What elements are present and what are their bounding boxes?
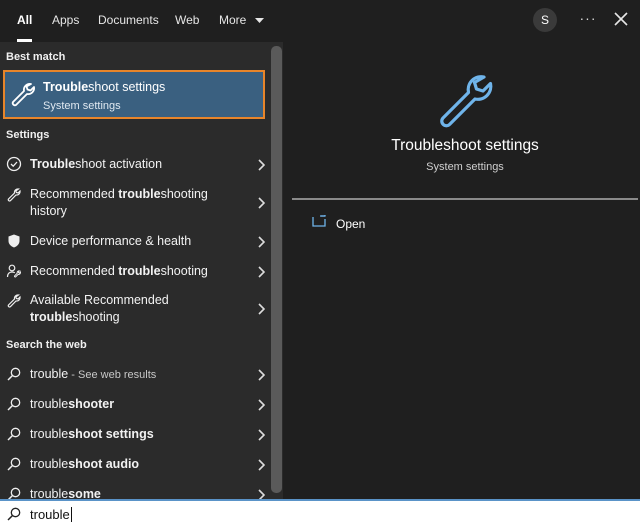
web-result-troubleshoot-settings[interactable]: troubleshoot settings xyxy=(0,423,270,445)
open-window-icon xyxy=(312,215,326,227)
tab-all[interactable]: All xyxy=(17,0,33,42)
chevron-right-icon xyxy=(258,429,265,441)
settings-item-label: Available Recommended troubleshooting xyxy=(30,293,169,324)
web-result-label: trouble - See web results xyxy=(30,367,157,381)
search-icon xyxy=(7,427,21,441)
wrench-icon xyxy=(11,83,35,107)
more-options-icon[interactable]: ··· xyxy=(578,10,598,30)
close-icon[interactable] xyxy=(612,10,630,28)
chevron-right-icon xyxy=(258,303,265,315)
scrollbar-thumb[interactable] xyxy=(271,46,282,493)
tab-documents[interactable]: Documents xyxy=(98,0,159,42)
settings-item-device-performance-health[interactable]: Device performance & health xyxy=(0,230,270,252)
search-box[interactable]: trouble xyxy=(0,499,640,526)
settings-item-recommended-troubleshooting[interactable]: Recommended troubleshooting xyxy=(0,260,270,282)
search-icon xyxy=(7,397,21,411)
wrench-icon xyxy=(7,294,21,308)
settings-item-label: Device performance & health xyxy=(30,234,192,248)
search-icon xyxy=(7,367,21,381)
person-wrench-icon xyxy=(6,264,22,278)
search-icon xyxy=(7,457,21,471)
chevron-right-icon xyxy=(258,369,265,381)
settings-item-available-recommended-troubleshooting[interactable]: Available Recommended troubleshooting xyxy=(0,290,270,328)
divider xyxy=(292,198,638,200)
chevron-right-icon xyxy=(258,399,265,411)
tab-more[interactable]: More xyxy=(219,0,264,42)
web-result-trouble[interactable]: trouble - See web results xyxy=(0,363,270,385)
detail-title: Troubleshoot settings xyxy=(391,137,539,154)
results-pane: Best match Troubleshoot settings System … xyxy=(0,42,283,499)
best-match-title: Troubleshoot settings xyxy=(43,80,166,94)
search-icon xyxy=(7,487,21,499)
web-result-troubleshoot-audio[interactable]: troubleshoot audio xyxy=(0,453,270,475)
detail-subtitle: System settings xyxy=(426,161,504,173)
open-action[interactable]: Open xyxy=(336,217,365,231)
section-settings: Settings xyxy=(6,129,50,141)
best-match-subtitle: System settings xyxy=(43,100,121,112)
web-result-label: troubleshoot audio xyxy=(30,457,140,471)
account-avatar[interactable]: S xyxy=(533,8,557,32)
search-input[interactable]: trouble xyxy=(30,507,72,522)
section-search-the-web: Search the web xyxy=(6,339,87,351)
search-icon xyxy=(7,507,21,521)
chevron-right-icon xyxy=(258,236,265,248)
chevron-right-icon xyxy=(258,197,265,209)
wrench-icon xyxy=(7,188,21,202)
shield-icon xyxy=(8,234,20,248)
check-circle-icon xyxy=(6,156,22,172)
web-result-label: troublesome xyxy=(30,487,101,499)
web-result-troublesome[interactable]: troublesome xyxy=(0,483,270,499)
tab-apps[interactable]: Apps xyxy=(52,0,79,42)
settings-item-troubleshoot-activation[interactable]: Troubleshoot activation xyxy=(0,153,270,175)
web-result-label: troubleshooter xyxy=(30,397,115,411)
settings-item-label: Recommended troubleshooting history xyxy=(30,187,208,218)
chevron-right-icon xyxy=(258,489,265,499)
search-tab-bar: All Apps Documents Web More S ··· xyxy=(0,0,640,42)
web-result-label: troubleshoot settings xyxy=(30,427,154,441)
chevron-right-icon xyxy=(258,459,265,471)
tab-web[interactable]: Web xyxy=(175,0,199,42)
text-caret xyxy=(70,507,72,522)
web-result-troubleshooter[interactable]: troubleshooter xyxy=(0,393,270,415)
chevron-right-icon xyxy=(258,266,265,278)
best-match-result[interactable]: Troubleshoot settings System settings xyxy=(3,70,265,119)
settings-item-recommended-troubleshooting-history[interactable]: Recommended troubleshooting history xyxy=(0,184,270,222)
section-best-match: Best match xyxy=(6,51,66,63)
chevron-down-icon xyxy=(254,17,264,23)
detail-pane: Troubleshoot settings System settings Op… xyxy=(290,42,640,499)
chevron-right-icon xyxy=(258,159,265,171)
settings-item-label: Troubleshoot activation xyxy=(30,157,163,171)
settings-item-label: Recommended troubleshooting xyxy=(30,264,208,278)
wrench-icon xyxy=(440,75,493,128)
